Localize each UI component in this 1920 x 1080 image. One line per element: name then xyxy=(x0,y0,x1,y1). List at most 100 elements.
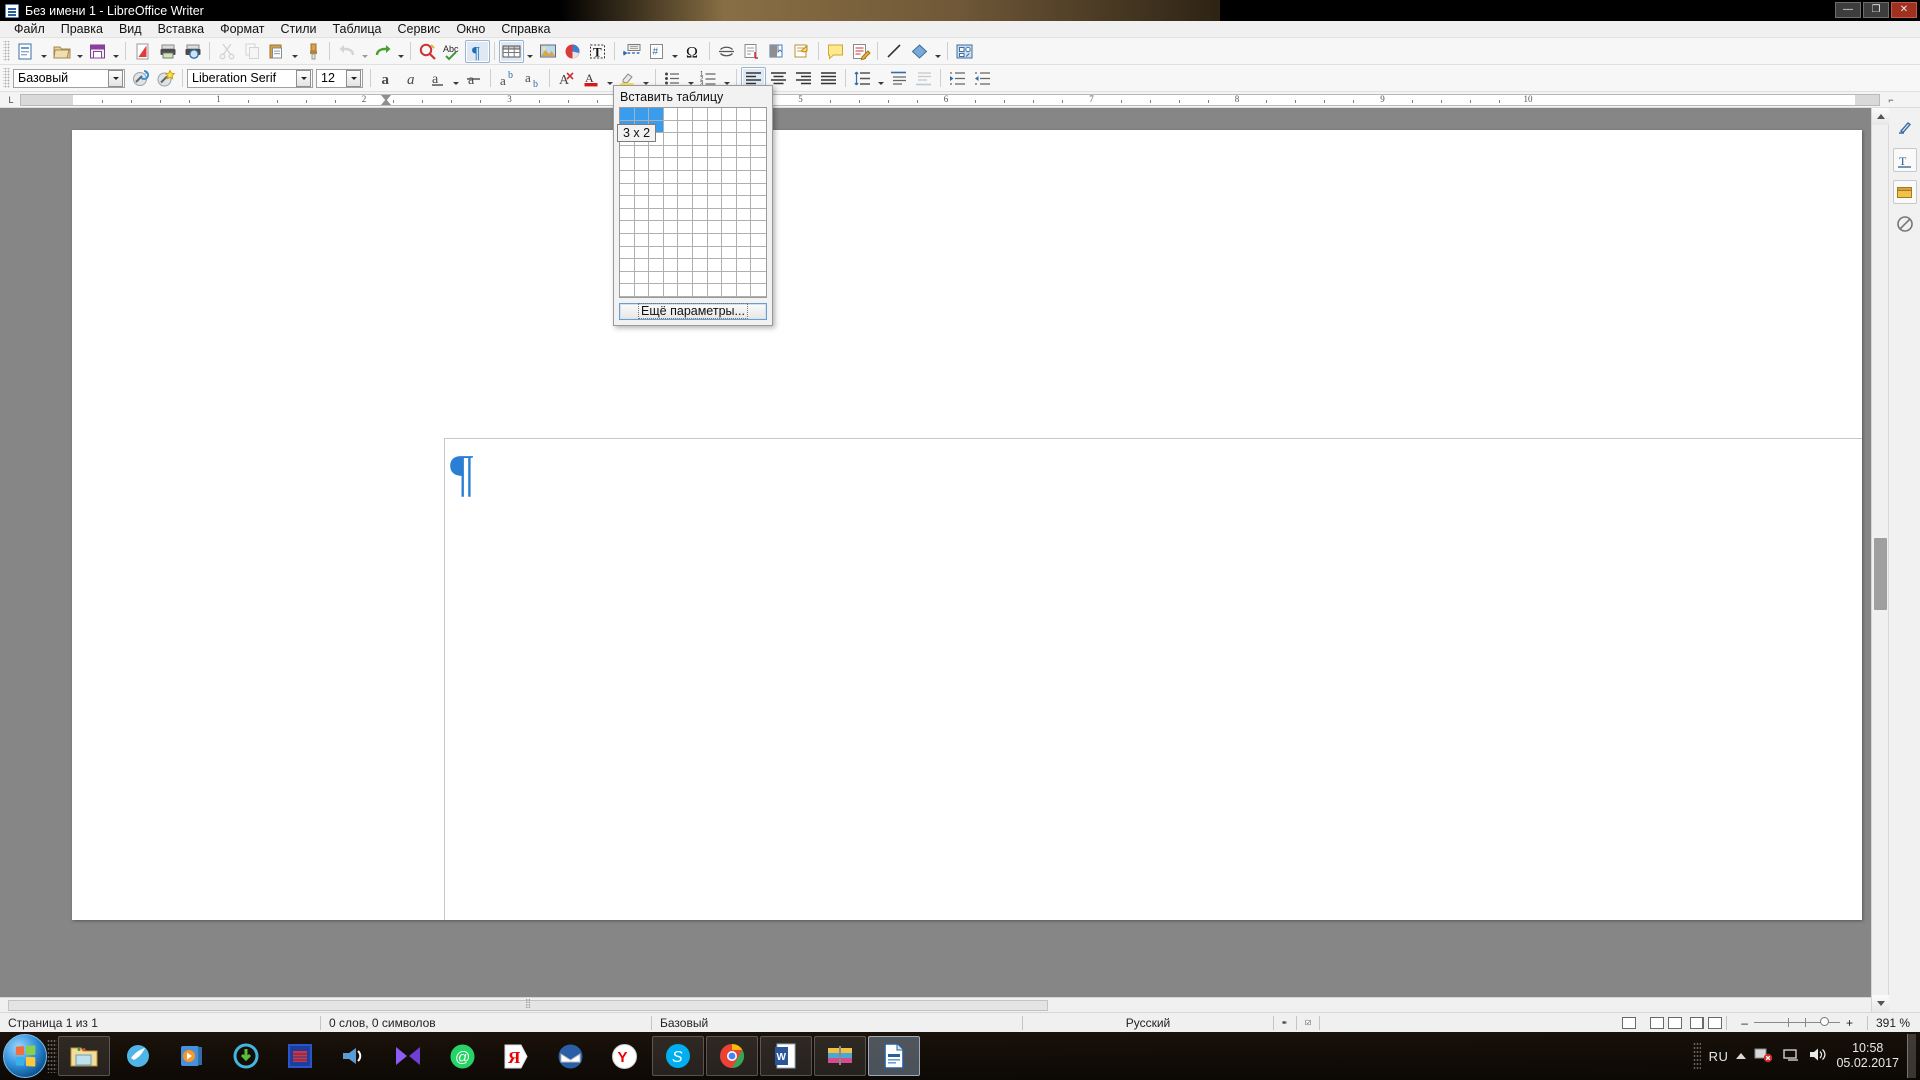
table-grid-cell-10-8[interactable] xyxy=(722,221,737,234)
insert-comment-icon[interactable] xyxy=(823,40,848,63)
table-grid-cell-12-5[interactable] xyxy=(678,246,693,260)
table-grid-cell-14-6[interactable] xyxy=(693,271,708,285)
table-grid-cell-13-8[interactable] xyxy=(722,259,737,272)
menu-tools[interactable]: Сервис xyxy=(390,21,449,37)
horizontal-scrollbar[interactable] xyxy=(0,997,1871,1012)
table-grid-cell-5-6[interactable] xyxy=(693,158,708,171)
table-grid-cell-2-4[interactable] xyxy=(663,120,679,134)
insert-table-icon[interactable] xyxy=(499,39,524,63)
table-grid-cell-8-5[interactable] xyxy=(678,196,693,209)
table-grid-cell-5-4[interactable] xyxy=(663,158,679,171)
taskbar-item-explorer[interactable] xyxy=(58,1036,110,1076)
table-grid-cell-8-8[interactable] xyxy=(722,196,737,209)
table-grid-cell-1-1[interactable] xyxy=(620,108,635,121)
paste-icon[interactable] xyxy=(264,40,289,63)
multi-page-view-icon-2[interactable] xyxy=(1668,1016,1683,1029)
zoom-slider[interactable]: – + xyxy=(1727,1013,1867,1033)
table-grid-cell-7-10[interactable] xyxy=(751,184,766,197)
table-grid-cell-13-9[interactable] xyxy=(736,259,752,272)
toolbar-grip[interactable] xyxy=(3,41,10,61)
table-grid-cell-8-6[interactable] xyxy=(693,196,708,209)
table-grid-cell-6-5[interactable] xyxy=(678,170,693,184)
table-grid-cell-13-10[interactable] xyxy=(751,259,766,272)
table-grid-cell-12-4[interactable] xyxy=(663,246,679,260)
menu-table[interactable]: Таблица xyxy=(324,21,389,37)
table-grid-cell-8-1[interactable] xyxy=(620,196,635,209)
horizontal-ruler[interactable]: L 12345678910 ⌐ xyxy=(0,92,1920,108)
tray-clock[interactable]: 10:58 05.02.2017 xyxy=(1836,1041,1899,1071)
document-page[interactable]: ¶ xyxy=(72,130,1862,920)
insert-footnote-icon[interactable] xyxy=(714,40,739,63)
table-grid-cell-1-2[interactable] xyxy=(634,108,650,121)
more-options-button[interactable]: Ещё параметры... xyxy=(619,302,767,320)
table-grid-cell-6-10[interactable] xyxy=(751,171,766,184)
table-grid-cell-12-10[interactable] xyxy=(751,247,766,260)
menu-insert[interactable]: Вставка xyxy=(150,21,212,37)
table-grid-cell-6-8[interactable] xyxy=(722,170,737,184)
table-grid-cell-6-2[interactable] xyxy=(634,170,650,184)
table-grid-cell-11-5[interactable] xyxy=(678,233,693,247)
open-document-dropdown-icon[interactable] xyxy=(74,40,85,63)
taskbar-grip[interactable] xyxy=(47,1039,57,1073)
table-grid-cell-11-4[interactable] xyxy=(663,233,679,247)
new-document-icon[interactable] xyxy=(13,40,38,63)
table-grid-cell-6-1[interactable] xyxy=(620,170,635,184)
zoom-knob[interactable] xyxy=(1819,1017,1829,1026)
insert-bookmark-icon[interactable] xyxy=(764,40,789,63)
table-grid-cell-13-2[interactable] xyxy=(634,259,650,272)
save-document-dropdown-icon[interactable] xyxy=(110,40,121,63)
table-grid-cell-2-6[interactable] xyxy=(693,120,708,134)
table-grid-cell-5-1[interactable] xyxy=(620,158,635,171)
table-grid-cell-14-1[interactable] xyxy=(620,271,635,285)
table-grid-cell-5-8[interactable] xyxy=(722,158,737,171)
menu-file[interactable]: Файл xyxy=(6,21,53,37)
font-color-icon[interactable]: A xyxy=(579,67,604,90)
table-grid-cell-13-3[interactable] xyxy=(649,259,664,272)
table-grid-cell-14-10[interactable] xyxy=(751,272,766,285)
table-grid-cell-12-8[interactable] xyxy=(722,246,737,260)
table-grid-cell-4-10[interactable] xyxy=(751,146,766,159)
table-grid-cell-6-3[interactable] xyxy=(649,170,664,184)
table-grid-cell-10-3[interactable] xyxy=(649,221,664,234)
table-grid-cell-11-2[interactable] xyxy=(634,233,650,247)
status-language[interactable]: Русский xyxy=(1023,1013,1273,1033)
zoom-out-button[interactable]: – xyxy=(1735,1016,1754,1030)
table-grid-cell-1-3[interactable] xyxy=(649,108,664,121)
italic-icon[interactable]: a xyxy=(400,67,425,90)
taskbar-item-whatsapp[interactable]: @ xyxy=(436,1036,488,1076)
superscript-icon[interactable]: ab xyxy=(495,67,520,90)
taskbar-item-skype[interactable]: S xyxy=(652,1036,704,1076)
table-grid-cell-12-2[interactable] xyxy=(634,246,650,260)
increase-indent-icon[interactable] xyxy=(945,67,970,90)
table-grid-cell-8-3[interactable] xyxy=(649,196,664,209)
cut-icon[interactable] xyxy=(214,40,239,63)
sidebar-properties-icon[interactable]: T xyxy=(1892,148,1917,172)
table-grid-cell-6-4[interactable] xyxy=(663,170,679,184)
taskbar-item-ms-word[interactable]: W xyxy=(760,1036,812,1076)
table-grid-cell-11-1[interactable] xyxy=(620,233,635,247)
tray-network-icon[interactable] xyxy=(1754,1046,1774,1066)
zoom-in-button[interactable]: + xyxy=(1840,1016,1859,1030)
table-grid-cell-13-5[interactable] xyxy=(678,259,693,272)
bold-icon[interactable]: a xyxy=(375,67,400,90)
book-view-icon-right[interactable] xyxy=(1708,1016,1723,1029)
table-grid-cell-14-8[interactable] xyxy=(722,271,737,285)
table-grid-cell-4-7[interactable] xyxy=(707,145,723,159)
insert-field-dropdown-icon[interactable] xyxy=(669,40,680,63)
paragraph-style-combobox[interactable]: Базовый xyxy=(13,68,125,88)
table-grid-cell-7-2[interactable] xyxy=(634,183,650,197)
table-grid-cell-2-5[interactable] xyxy=(678,120,693,134)
table-grid-cell-8-4[interactable] xyxy=(663,196,679,209)
table-grid-cell-14-4[interactable] xyxy=(663,271,679,285)
table-grid-cell-7-7[interactable] xyxy=(707,183,723,197)
table-grid-cell-6-6[interactable] xyxy=(693,170,708,184)
table-grid-cell-10-1[interactable] xyxy=(620,221,635,234)
spelling-icon[interactable]: Abc xyxy=(440,40,465,63)
vertical-scrollbar[interactable] xyxy=(1871,108,1889,1012)
open-document-icon[interactable] xyxy=(49,40,74,63)
table-grid-cell-11-9[interactable] xyxy=(736,233,752,247)
table-grid-cell-4-6[interactable] xyxy=(693,145,708,159)
table-grid-cell-3-9[interactable] xyxy=(736,133,752,146)
table-grid-cell-7-9[interactable] xyxy=(736,183,752,197)
table-grid-cell-3-4[interactable] xyxy=(663,133,679,146)
